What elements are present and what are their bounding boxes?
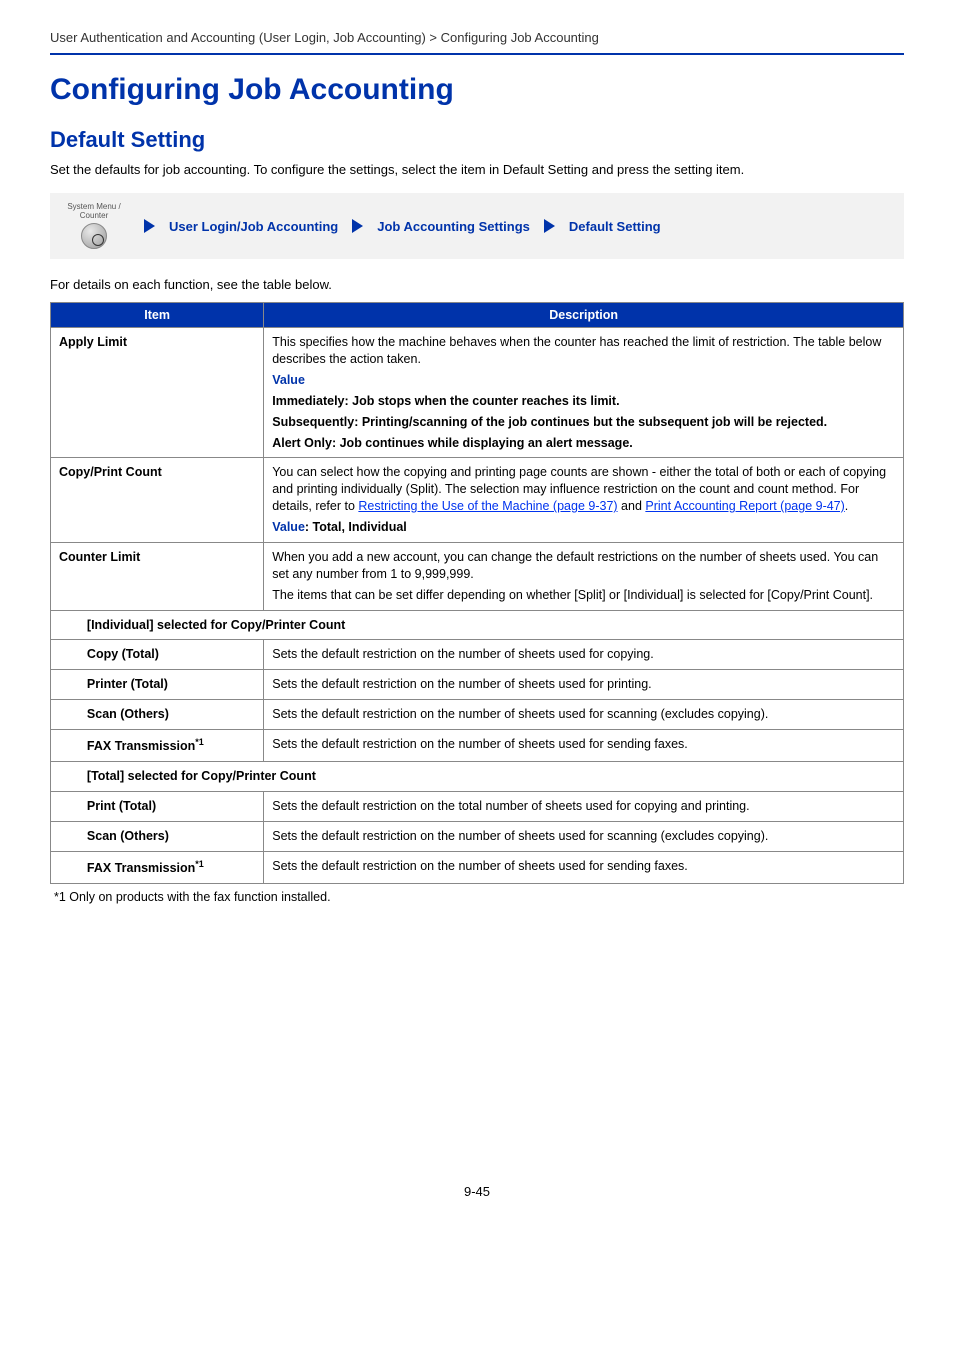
intro-paragraph: Set the defaults for job accounting. To … [50,161,904,179]
sysmenu-label-top: System Menu / [67,203,120,211]
sysmenu-button-icon [81,223,107,249]
cell-cl-name: Counter Limit [51,542,264,610]
cell-copy-total-desc: Sets the default restriction on the numb… [264,640,904,670]
row-print-total: Print (Total) Sets the default restricti… [51,791,904,821]
indent-cell [51,730,79,762]
apply-limit-alert: Alert Only: Job continues while displayi… [272,435,895,452]
fax-1-label: FAX Transmission [87,739,195,753]
chevron-right-icon [544,219,555,233]
indent-cell [51,791,79,821]
indent-cell [51,762,79,792]
cpc-value-rest: : Total, Individual [305,520,407,534]
row-section-individual: [Individual] selected for Copy/Printer C… [51,610,904,640]
link-restricting-use[interactable]: Restricting the Use of the Machine (page… [358,499,617,513]
cpc-paragraph: You can select how the copying and print… [272,464,895,515]
cpc-value-line: Value: Total, Individual [272,519,895,536]
cell-cl-desc: When you add a new account, you can chan… [264,542,904,610]
page-number: 9-45 [50,1184,904,1199]
apply-limit-immediate: Immediately: Job stops when the counter … [272,393,895,410]
breadcrumb: User Authentication and Accounting (User… [50,30,904,55]
apply-limit-p1: This specifies how the machine behaves w… [272,334,895,368]
cell-fax-2-desc: Sets the default restriction on the numb… [264,851,904,883]
cell-cpc-desc: You can select how the copying and print… [264,458,904,543]
section-total-label: [Total] selected for Copy/Printer Count [79,762,904,792]
page-title-h1: Configuring Job Accounting [50,73,904,107]
cell-fax-1-desc: Sets the default restriction on the numb… [264,730,904,762]
row-printer-total: Printer (Total) Sets the default restric… [51,670,904,700]
row-copy-print-count: Copy/Print Count You can select how the … [51,458,904,543]
apply-limit-value-label: Value [272,372,895,389]
th-item: Item [51,303,264,328]
row-fax-1: FAX Transmission*1 Sets the default rest… [51,730,904,762]
cell-scan-others-1-desc: Sets the default restriction on the numb… [264,700,904,730]
indent-cell [51,700,79,730]
indent-cell [51,851,79,883]
row-section-total: [Total] selected for Copy/Printer Count [51,762,904,792]
cl-p2: The items that can be set differ dependi… [272,587,895,604]
fax-2-footnote-ref: *1 [195,859,204,869]
row-fax-2: FAX Transmission*1 Sets the default rest… [51,851,904,883]
chevron-right-icon [352,219,363,233]
cell-fax-1-name: FAX Transmission*1 [79,730,264,762]
cpc-p-c: . [845,499,848,513]
link-print-accounting-report[interactable]: Print Accounting Report (page 9-47) [645,499,844,513]
cell-scan-others-2-desc: Sets the default restriction on the numb… [264,821,904,851]
th-description: Description [264,303,904,328]
cell-print-total-desc: Sets the default restriction on the tota… [264,791,904,821]
fax-1-footnote-ref: *1 [195,737,204,747]
row-scan-others-1: Scan (Others) Sets the default restricti… [51,700,904,730]
section-individual-label: [Individual] selected for Copy/Printer C… [79,610,904,640]
system-menu-key: System Menu / Counter [64,203,124,249]
row-copy-total: Copy (Total) Sets the default restrictio… [51,640,904,670]
row-counter-limit: Counter Limit When you add a new account… [51,542,904,610]
fax-2-label: FAX Transmission [87,861,195,875]
cpc-p-b: and [618,499,646,513]
cell-printer-total-desc: Sets the default restriction on the numb… [264,670,904,700]
cell-copy-total-name: Copy (Total) [79,640,264,670]
cpc-value-label: Value [272,520,305,534]
cell-cpc-name: Copy/Print Count [51,458,264,543]
sysmenu-label-bottom: Counter [80,212,108,220]
cell-scan-others-2-name: Scan (Others) [79,821,264,851]
indent-cell [51,640,79,670]
cell-print-total-name: Print (Total) [79,791,264,821]
settings-table: Item Description Apply Limit This specif… [50,302,904,884]
navigation-path-box: System Menu / Counter User Login/Job Acc… [50,193,904,259]
cell-fax-2-name: FAX Transmission*1 [79,851,264,883]
pre-table-text: For details on each function, see the ta… [50,277,904,292]
cell-apply-limit-desc: This specifies how the machine behaves w… [264,328,904,458]
cell-printer-total-name: Printer (Total) [79,670,264,700]
nav-step-1: User Login/Job Accounting [169,219,338,234]
row-apply-limit: Apply Limit This specifies how the machi… [51,328,904,458]
nav-step-2: Job Accounting Settings [377,219,530,234]
row-scan-others-2: Scan (Others) Sets the default restricti… [51,821,904,851]
indent-cell [51,821,79,851]
chevron-right-icon [144,219,155,233]
apply-limit-subsequent: Subsequently: Printing/scanning of the j… [272,414,895,431]
nav-step-3: Default Setting [569,219,661,234]
footnote-star1: *1 Only on products with the fax functio… [50,890,904,904]
cl-p1: When you add a new account, you can chan… [272,549,895,583]
cell-apply-limit-name: Apply Limit [51,328,264,458]
cell-scan-others-1-name: Scan (Others) [79,700,264,730]
table-header-row: Item Description [51,303,904,328]
page-title-h2: Default Setting [50,127,904,153]
indent-cell [51,610,79,640]
indent-cell [51,670,79,700]
